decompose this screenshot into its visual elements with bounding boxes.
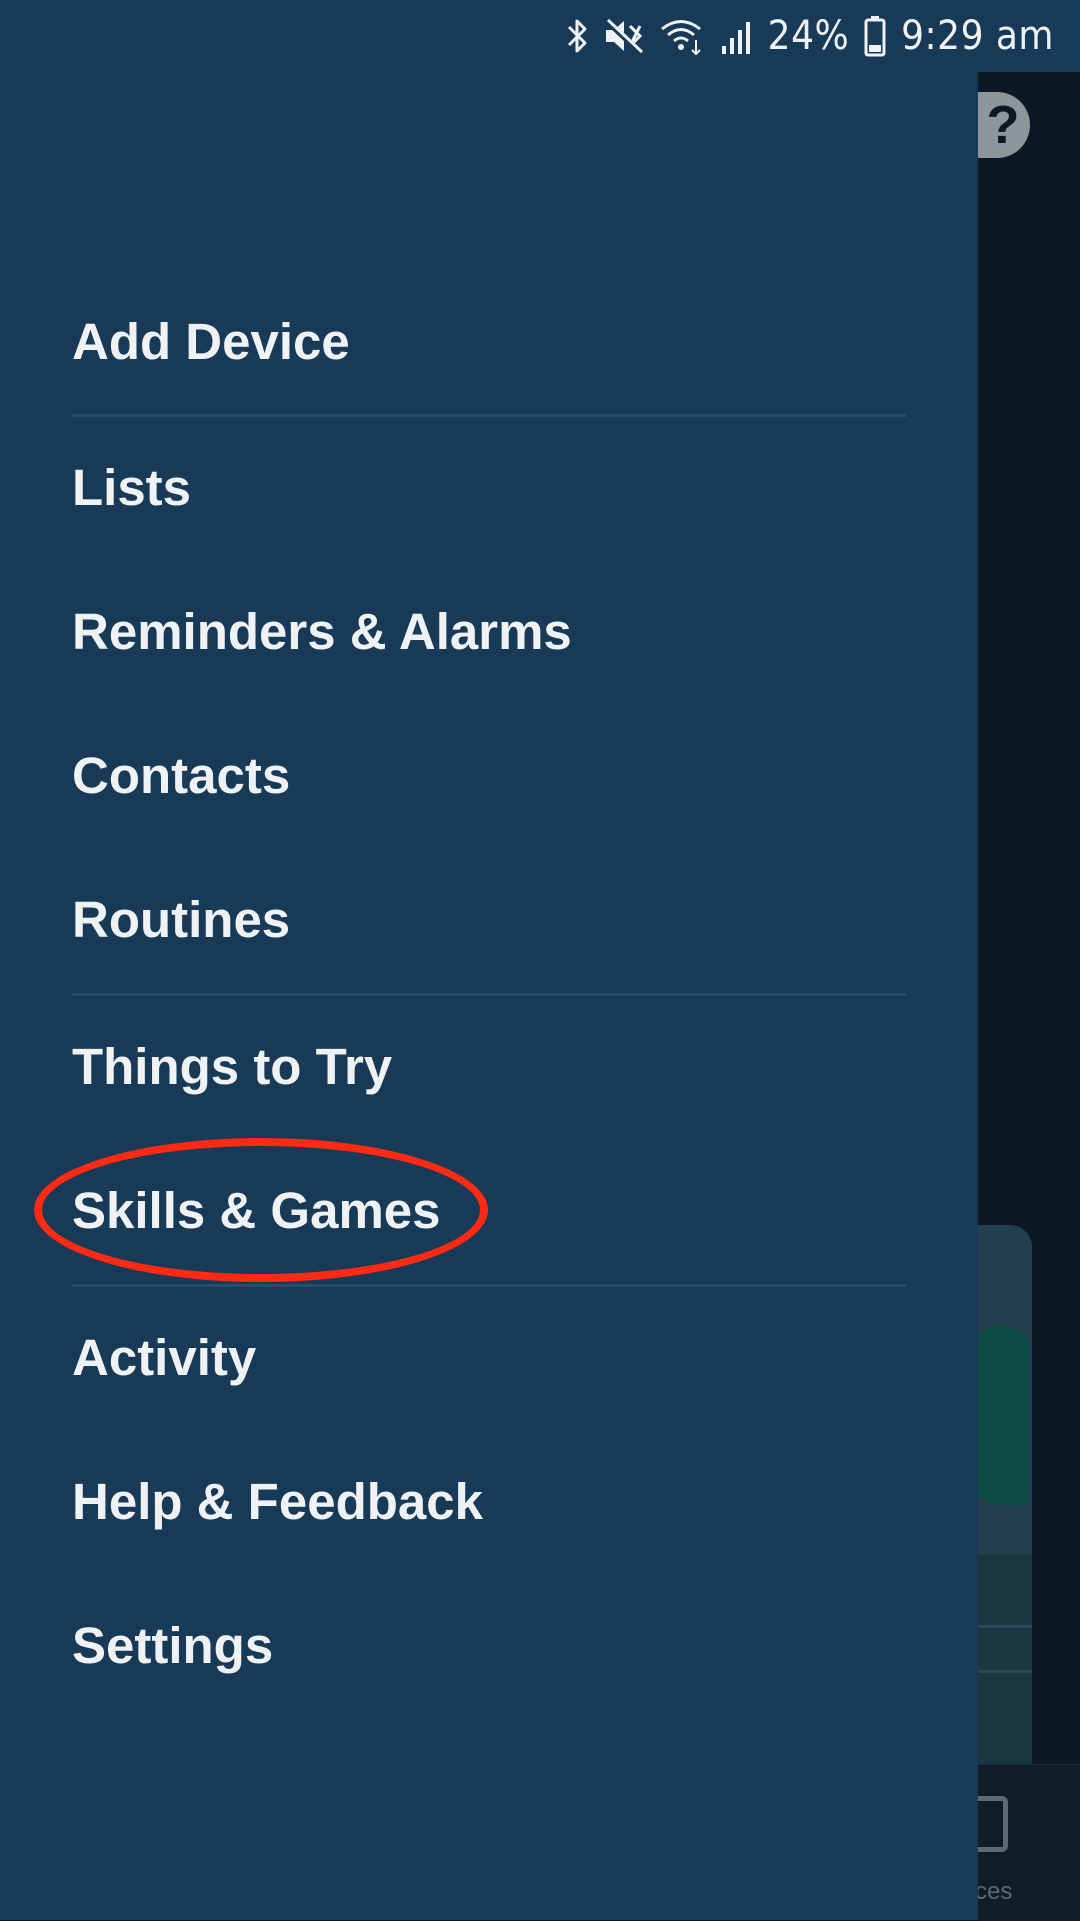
mute-icon — [603, 16, 646, 56]
menu-divider — [72, 1284, 906, 1287]
signal-icon — [720, 16, 754, 56]
menu-divider — [72, 414, 906, 417]
menu-item-routines[interactable]: Routines — [72, 859, 872, 979]
devices-nav-label: ces — [975, 1878, 1013, 1905]
menu-item-skills-games[interactable]: Skills & Games — [72, 1150, 872, 1270]
card-line — [975, 1670, 1032, 1673]
plant-illustration — [975, 1325, 1029, 1505]
menu-divider — [72, 993, 906, 996]
menu-item-help-feedback[interactable]: Help & Feedback — [72, 1441, 872, 1561]
menu-item-contacts[interactable]: Contacts — [72, 715, 872, 835]
clock: 9:29 am — [901, 13, 1054, 59]
menu-item-add-device[interactable]: Add Device — [72, 281, 872, 401]
menu-item-things-to-try[interactable]: Things to Try — [72, 1006, 872, 1126]
battery-icon — [863, 15, 887, 57]
help-icon-glyph: ? — [986, 95, 1020, 155]
card-ground — [975, 1555, 1032, 1765]
menu-item-settings[interactable]: Settings — [72, 1585, 872, 1705]
wifi-icon — [660, 16, 706, 56]
navigation-drawer: Add Device Lists Reminders & Alarms Cont… — [0, 72, 978, 1920]
card-line — [975, 1625, 1032, 1628]
battery-percent: 24% — [767, 13, 850, 59]
menu-item-activity[interactable]: Activity — [72, 1297, 872, 1417]
bluetooth-icon — [566, 16, 590, 56]
status-bar: 24% 9:29 am — [0, 0, 1080, 72]
background-card — [975, 1225, 1032, 1765]
menu-item-reminders-alarms[interactable]: Reminders & Alarms — [72, 571, 872, 691]
menu-item-lists[interactable]: Lists — [72, 427, 872, 547]
